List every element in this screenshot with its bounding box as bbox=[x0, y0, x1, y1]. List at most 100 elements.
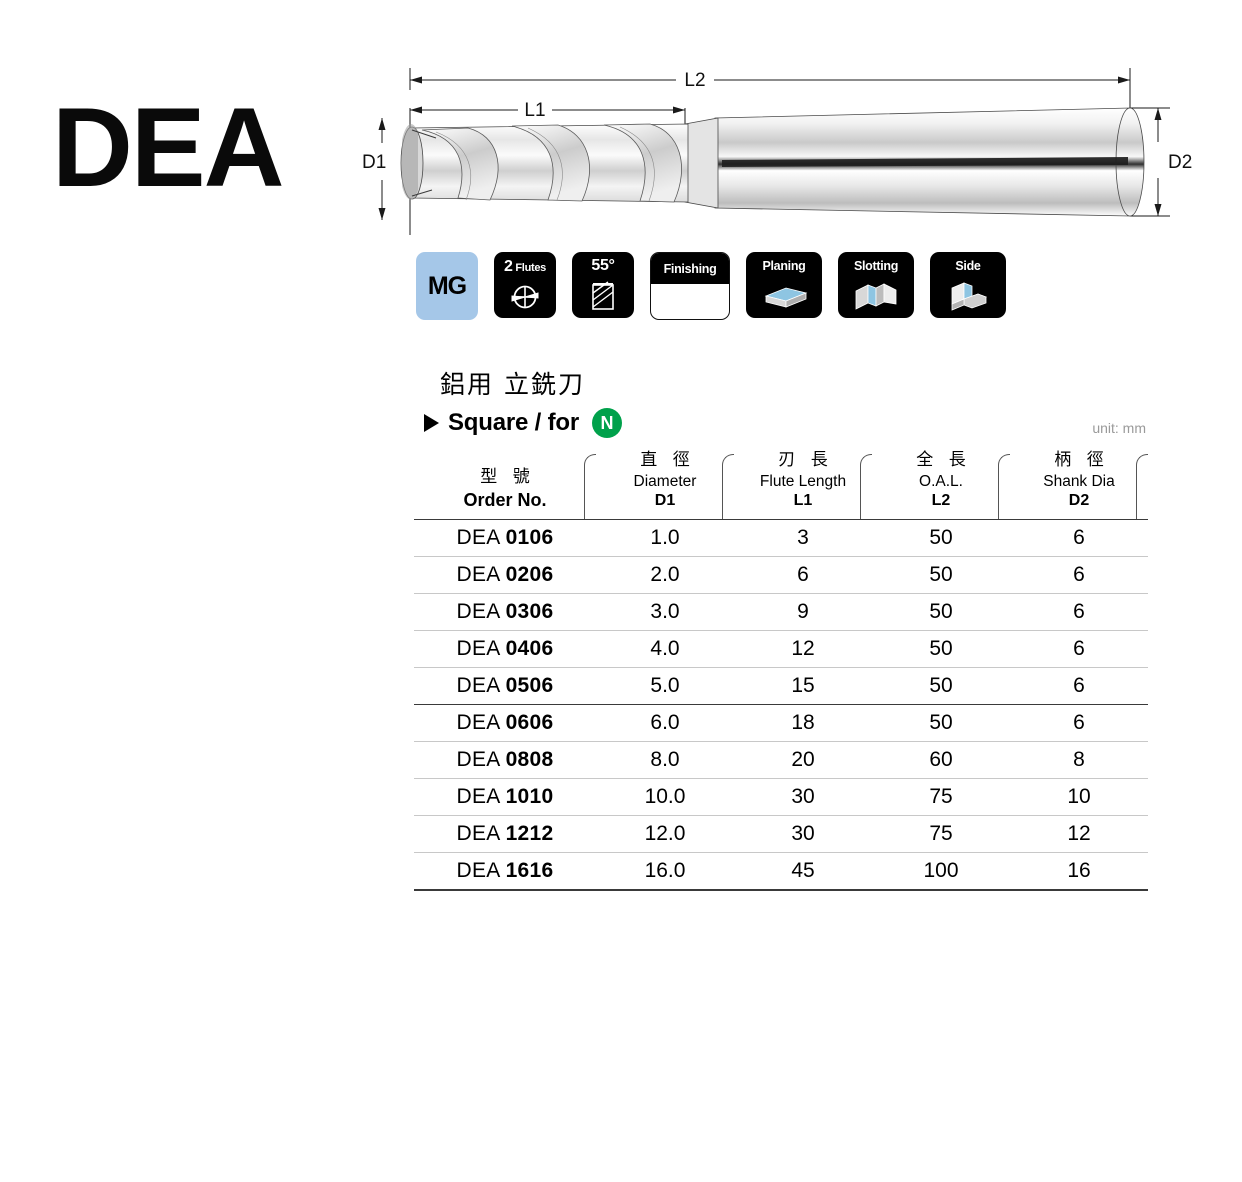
cell-order-no: DEA 1010 bbox=[414, 778, 596, 817]
cell-oal: 60 bbox=[872, 741, 1010, 780]
header-en-order-no: Order No. bbox=[463, 489, 547, 510]
cell-order-no: DEA 0206 bbox=[414, 556, 596, 595]
badge-flute-count: 2 Flutes bbox=[494, 252, 556, 318]
order-prefix: DEA bbox=[456, 600, 500, 624]
cell-order-no: DEA 1212 bbox=[414, 815, 596, 854]
header-cn-oal: 全 長 bbox=[916, 450, 971, 470]
cell-flute-length: 6 bbox=[734, 556, 872, 595]
cell-shank-dia: 6 bbox=[1010, 519, 1148, 558]
order-code: 0106 bbox=[505, 526, 554, 550]
header-cn-flute-length: 刃 長 bbox=[778, 450, 833, 470]
header-en-oal: O.A.L. bbox=[919, 472, 963, 490]
type-label: Square / for bbox=[448, 409, 579, 436]
cell-flute-length: 12 bbox=[734, 630, 872, 669]
cell-shank-dia: 6 bbox=[1010, 667, 1148, 706]
dimension-label-d2: D2 bbox=[1168, 152, 1192, 173]
order-code: 1010 bbox=[505, 785, 554, 809]
helix-angle-icon bbox=[572, 274, 634, 318]
order-prefix: DEA bbox=[456, 748, 500, 772]
header-sym-oal: L2 bbox=[931, 492, 951, 510]
cell-shank-dia: 16 bbox=[1010, 852, 1148, 892]
table-row: DEA 0106 1.0 3 50 6 bbox=[414, 519, 1148, 558]
cell-oal: 50 bbox=[872, 704, 1010, 743]
cell-oal: 75 bbox=[872, 778, 1010, 817]
subtitle-chinese: 鋁用 立銑刀 bbox=[440, 370, 585, 399]
column-header-oal: 全 長 O.A.L. L2 bbox=[872, 444, 1010, 521]
triangle-bullet-icon bbox=[424, 414, 439, 432]
order-code: 0506 bbox=[505, 674, 554, 698]
cell-oal: 50 bbox=[872, 667, 1010, 706]
cell-shank-dia: 6 bbox=[1010, 704, 1148, 743]
side-operation-icon bbox=[930, 273, 1006, 319]
material-group-badge-n: N bbox=[591, 408, 622, 438]
order-prefix: DEA bbox=[456, 822, 500, 846]
cell-diameter: 8.0 bbox=[596, 741, 734, 780]
order-prefix: DEA bbox=[456, 785, 500, 809]
order-code: 1212 bbox=[505, 822, 554, 846]
cell-shank-dia: 6 bbox=[1010, 593, 1148, 632]
type-heading: Square / for N bbox=[424, 408, 622, 438]
cell-order-no: DEA 0808 bbox=[414, 741, 596, 780]
header-sym-diameter: D1 bbox=[654, 492, 676, 510]
cell-shank-dia: 12 bbox=[1010, 815, 1148, 854]
order-prefix: DEA bbox=[456, 711, 500, 735]
flute-cross-section-icon bbox=[494, 275, 556, 318]
order-code: 0808 bbox=[505, 748, 554, 772]
cell-diameter: 5.0 bbox=[596, 667, 734, 706]
header-en-flute-length: Flute Length bbox=[759, 472, 847, 490]
cell-diameter: 1.0 bbox=[596, 519, 734, 558]
column-header-diameter: 直 徑 Diameter D1 bbox=[596, 444, 734, 521]
badge-operation-planing: Planing bbox=[746, 252, 822, 318]
order-code: 0206 bbox=[505, 563, 554, 587]
badge-mg-label: MG bbox=[427, 271, 467, 300]
cell-flute-length: 30 bbox=[734, 778, 872, 817]
dimension-l1 bbox=[410, 106, 685, 114]
order-prefix: DEA bbox=[456, 859, 500, 883]
specification-table: 型 號 Order No. 直 徑 Diameter D1 刃 長 Flute … bbox=[414, 444, 1148, 892]
dimension-label-l1: L1 bbox=[524, 100, 545, 121]
cell-oal: 75 bbox=[872, 815, 1010, 854]
slotting-operation-icon bbox=[838, 273, 914, 319]
dimension-l2 bbox=[410, 76, 1130, 84]
cell-flute-length: 20 bbox=[734, 741, 872, 780]
tool-body bbox=[400, 107, 1145, 217]
header-en-diameter: Diameter bbox=[633, 472, 697, 490]
header-en-shank-dia: Shank Dia bbox=[1043, 472, 1115, 490]
cell-diameter: 10.0 bbox=[596, 778, 734, 817]
badge-operation-slotting: Slotting bbox=[838, 252, 914, 318]
cell-flute-length: 9 bbox=[734, 593, 872, 632]
cell-diameter: 12.0 bbox=[596, 815, 734, 854]
header-sym-flute-length: L1 bbox=[793, 492, 813, 510]
badge-finishing-label: Finishing bbox=[651, 253, 729, 284]
header-sym-shank-dia: D2 bbox=[1068, 492, 1090, 510]
cell-shank-dia: 6 bbox=[1010, 630, 1148, 669]
column-header-flute-length: 刃 長 Flute Length L1 bbox=[734, 444, 872, 521]
table-row: DEA 1616 16.0 45 100 16 bbox=[414, 852, 1148, 892]
order-prefix: DEA bbox=[456, 637, 500, 661]
badge-material-grade-mg: MG bbox=[416, 252, 478, 320]
table-row: DEA 0506 5.0 15 50 6 bbox=[414, 667, 1148, 706]
table-row: DEA 0808 8.0 20 60 8 bbox=[414, 741, 1148, 780]
cell-oal: 50 bbox=[872, 519, 1010, 558]
cell-diameter: 4.0 bbox=[596, 630, 734, 669]
cell-diameter: 3.0 bbox=[596, 593, 734, 632]
table-row: DEA 0606 6.0 18 50 6 bbox=[414, 704, 1148, 743]
planing-operation-icon bbox=[746, 273, 822, 319]
badge-angle-label: 55° bbox=[591, 257, 615, 274]
table-row: DEA 1212 12.0 30 75 12 bbox=[414, 815, 1148, 854]
cell-order-no: DEA 0306 bbox=[414, 593, 596, 632]
cell-order-no: DEA 0106 bbox=[414, 519, 596, 558]
cell-diameter: 16.0 bbox=[596, 852, 734, 892]
badge-slotting-label: Slotting bbox=[853, 259, 899, 273]
cell-flute-length: 18 bbox=[734, 704, 872, 743]
column-header-order-no: 型 號 Order No. bbox=[414, 444, 596, 521]
table-header-row: 型 號 Order No. 直 徑 Diameter D1 刃 長 Flute … bbox=[414, 444, 1148, 521]
order-code: 1616 bbox=[505, 859, 554, 883]
cell-flute-length: 30 bbox=[734, 815, 872, 854]
dimension-label-l2: L2 bbox=[684, 70, 705, 91]
cell-shank-dia: 8 bbox=[1010, 741, 1148, 780]
end-mill-svg: L2 L1 D1 D2 bbox=[362, 68, 1192, 235]
product-code-wordmark: DEA bbox=[52, 85, 284, 210]
badge-flutes-label: 2 Flutes bbox=[504, 258, 546, 275]
column-header-shank-dia: 柄 徑 Shank Dia D2 bbox=[1010, 444, 1148, 521]
